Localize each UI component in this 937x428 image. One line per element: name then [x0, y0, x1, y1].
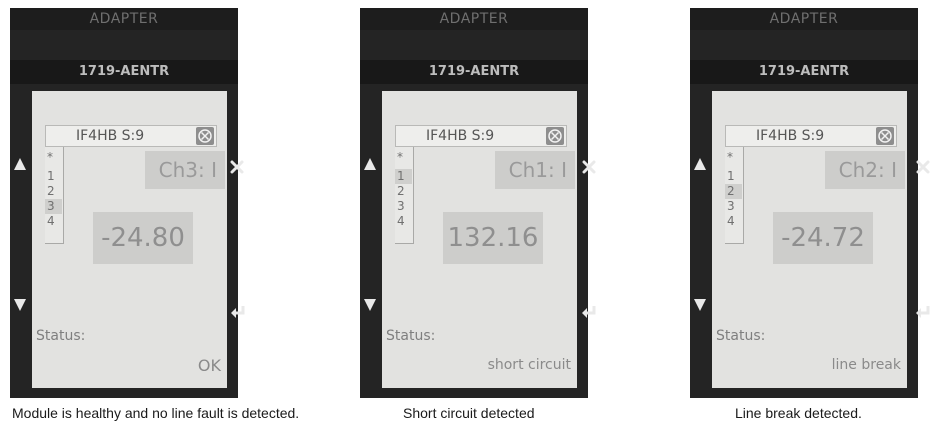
adapter-header: ADAPTER — [360, 8, 588, 30]
channel-item-3[interactable]: 3 — [395, 199, 412, 214]
status-value: OK — [197, 356, 221, 375]
channel-item-1[interactable]: 1 — [395, 169, 412, 184]
up-arrow-icon[interactable] — [693, 156, 707, 170]
channel-item-4[interactable]: 4 — [395, 214, 412, 229]
caption-short-circuit: Short circuit detected — [403, 405, 535, 421]
channel-item-all[interactable]: * — [395, 150, 412, 165]
channel-item-3[interactable]: 3 — [45, 199, 62, 214]
circle-close-icon[interactable] — [196, 127, 214, 145]
channel-value: -24.72 — [773, 212, 873, 264]
module-title-box: IF4HB S:9 — [725, 125, 897, 147]
channel-item-2[interactable]: 2 — [725, 184, 742, 199]
channel-item-all[interactable]: * — [725, 150, 742, 165]
status-value: short circuit — [487, 357, 571, 373]
enter-icon[interactable] — [915, 304, 931, 320]
channel-value: 132.16 — [443, 212, 543, 264]
caption-line-break: Line break detected. — [735, 405, 862, 421]
channel-list: * 1 2 3 4 — [395, 147, 414, 244]
device-frame: ADAPTER 1719-AENTR IF4HB S:9 * 1 2 3 4 C… — [360, 8, 596, 398]
module-title: IF4HB S:9 — [76, 128, 145, 144]
close-icon[interactable] — [582, 159, 596, 174]
channel-item-4[interactable]: 4 — [725, 214, 742, 229]
enter-icon[interactable] — [581, 304, 597, 320]
status-label: Status: — [386, 328, 436, 344]
down-arrow-icon[interactable] — [363, 297, 377, 311]
enter-icon[interactable] — [230, 304, 246, 320]
up-arrow-icon[interactable] — [363, 156, 377, 170]
channel-item-4[interactable]: 4 — [45, 214, 62, 229]
channel-item-all[interactable]: * — [45, 150, 62, 165]
channel-list: * 1 2 3 4 — [725, 147, 744, 244]
circle-close-icon[interactable] — [546, 127, 564, 145]
status-value: line break — [831, 357, 901, 373]
module-title-box: IF4HB S:9 — [395, 125, 567, 147]
device-panel-2: ADAPTER 1719-AENTR IF4HB S:9 * 1 2 3 4 C… — [360, 8, 596, 398]
device-screen: IF4HB S:9 * 1 2 3 4 Ch1: I 132.16 Status… — [382, 91, 577, 388]
module-header: 1719-AENTR — [690, 60, 918, 84]
device-screen: IF4HB S:9 * 1 2 3 4 Ch2: I -24.72 Status… — [712, 91, 907, 388]
adapter-header: ADAPTER — [690, 8, 918, 30]
status-label: Status: — [36, 328, 86, 344]
device-frame: ADAPTER 1719-AENTR IF4HB S:9 * 1 2 3 4 C… — [10, 8, 245, 398]
channel-label: Ch2: I — [825, 151, 905, 189]
channel-label: Ch3: I — [145, 151, 225, 189]
module-title-box: IF4HB S:9 — [45, 125, 217, 147]
channel-label: Ch1: I — [495, 151, 575, 189]
down-arrow-icon[interactable] — [693, 297, 707, 311]
device-panel-1: ADAPTER 1719-AENTR IF4HB S:9 * 1 2 3 4 C… — [10, 8, 245, 398]
channel-item-1[interactable]: 1 — [45, 169, 62, 184]
down-arrow-icon[interactable] — [13, 297, 27, 311]
channel-item-3[interactable]: 3 — [725, 199, 742, 214]
device-screen: IF4HB S:9 * 1 2 3 4 Ch3: I -24.80 Status… — [32, 91, 227, 388]
close-icon[interactable] — [916, 159, 930, 174]
device-panel-3: ADAPTER 1719-AENTR IF4HB S:9 * 1 2 3 4 C… — [690, 8, 930, 398]
module-header: 1719-AENTR — [360, 60, 588, 84]
channel-list: * 1 2 3 4 — [45, 147, 64, 244]
channel-item-2[interactable]: 2 — [45, 184, 62, 199]
adapter-header: ADAPTER — [10, 8, 238, 30]
channel-item-1[interactable]: 1 — [725, 169, 742, 184]
module-title: IF4HB S:9 — [426, 128, 495, 144]
channel-item-2[interactable]: 2 — [395, 184, 412, 199]
circle-close-icon[interactable] — [876, 127, 894, 145]
module-title: IF4HB S:9 — [756, 128, 825, 144]
caption-healthy: Module is healthy and no line fault is d… — [12, 405, 300, 421]
device-frame: ADAPTER 1719-AENTR IF4HB S:9 * 1 2 3 4 C… — [690, 8, 930, 398]
channel-value: -24.80 — [93, 212, 193, 264]
close-icon[interactable] — [230, 159, 244, 174]
module-header: 1719-AENTR — [10, 60, 238, 84]
up-arrow-icon[interactable] — [13, 156, 27, 170]
status-label: Status: — [716, 328, 766, 344]
